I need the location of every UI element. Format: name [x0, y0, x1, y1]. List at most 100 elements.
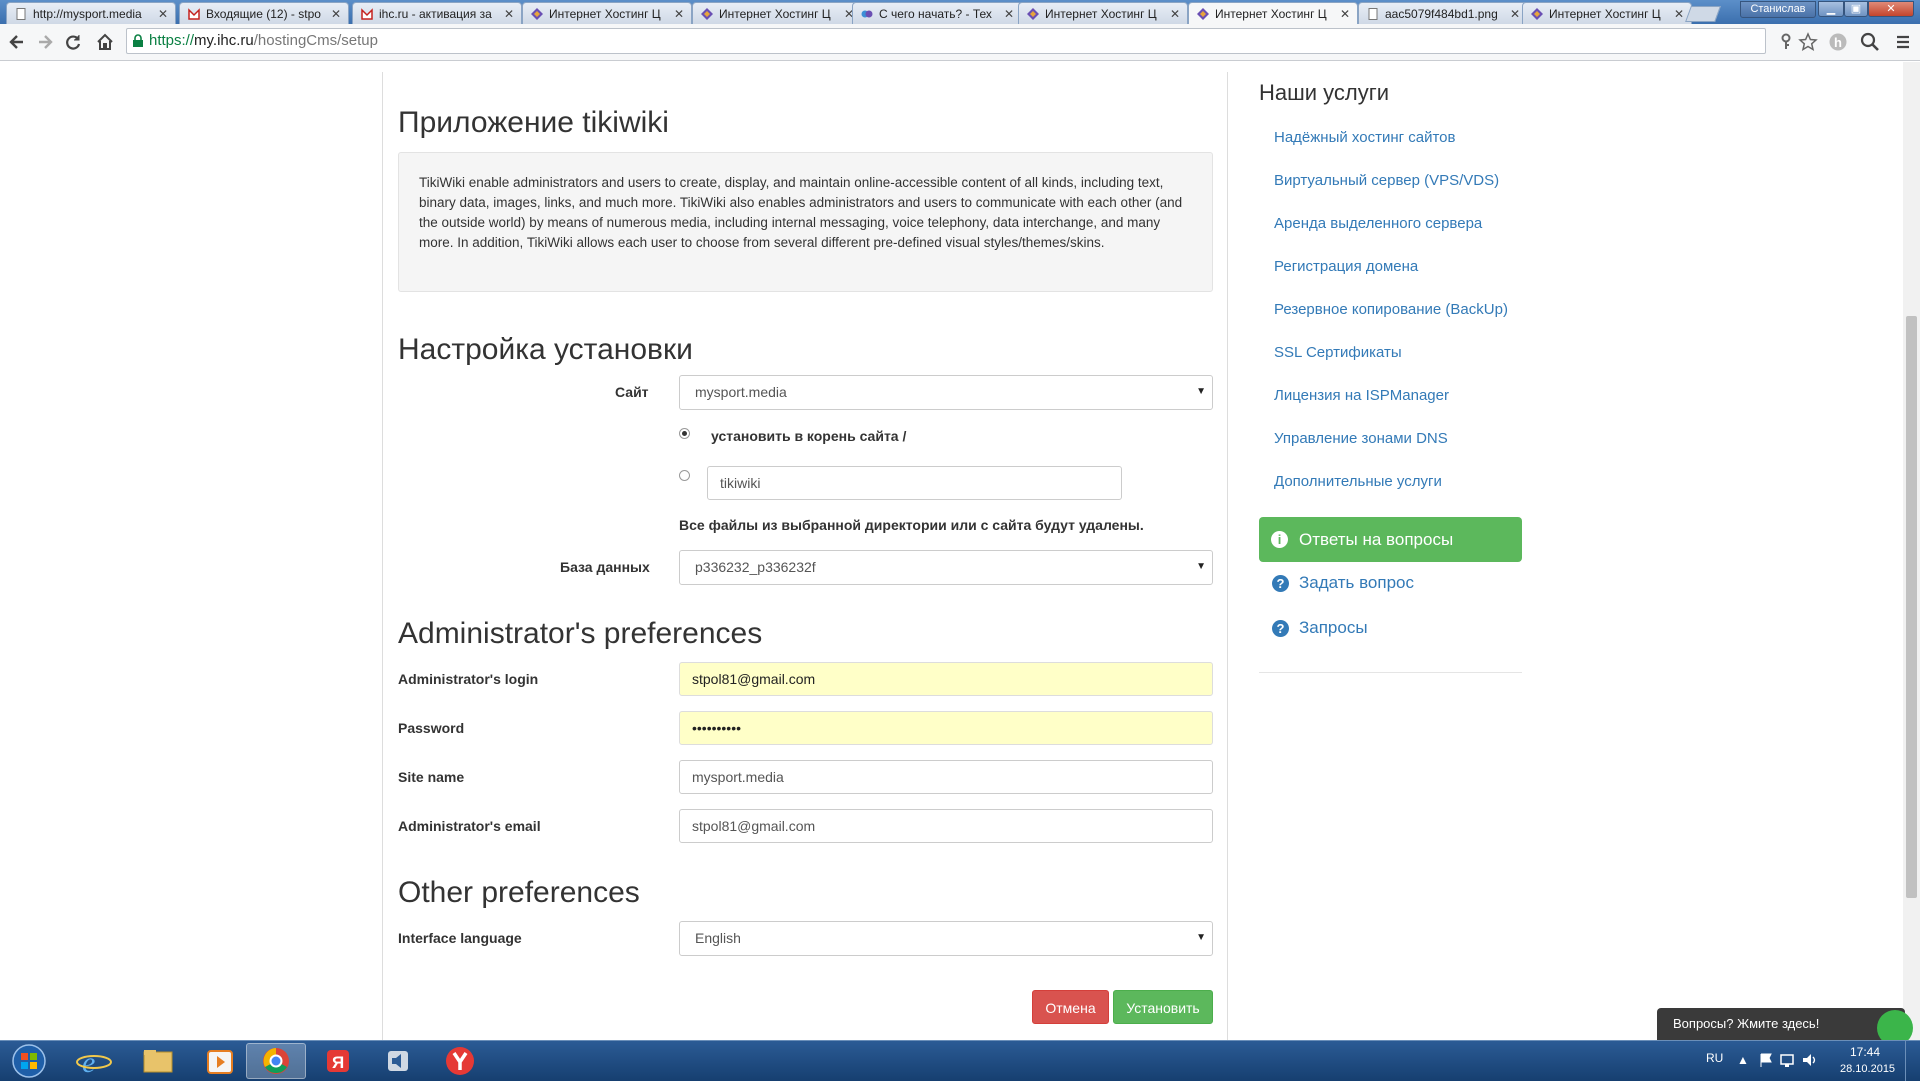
site-select[interactable]: mysport.media ▼: [679, 375, 1213, 410]
maximize-button[interactable]: ▣: [1844, 1, 1868, 17]
reload-icon[interactable]: [63, 32, 83, 52]
sidebar-link-vps[interactable]: Виртуальный сервер (VPS/VDS): [1274, 172, 1499, 189]
browser-tab[interactable]: ihc.ru - активация за ✕: [352, 2, 522, 24]
forward-icon[interactable]: [35, 32, 55, 52]
yandex-browser-icon[interactable]: Я: [310, 1043, 366, 1079]
install-root-radio[interactable]: [679, 428, 690, 439]
close-icon[interactable]: ✕: [504, 3, 514, 24]
internet-explorer-icon[interactable]: e: [66, 1043, 122, 1079]
ihc-icon: [861, 8, 873, 20]
sidebar-link-domains[interactable]: Регистрация домена: [1274, 258, 1418, 275]
url-path: /hostingCms/setup: [253, 32, 378, 49]
interface-language-select[interactable]: English ▼: [679, 921, 1213, 956]
tray-expand-icon[interactable]: ▲: [1737, 1053, 1749, 1067]
ask-question-link[interactable]: ? Задать вопрос: [1259, 573, 1414, 593]
admin-login-input[interactable]: stpol81@gmail.com: [679, 662, 1213, 696]
url-host: my.ihc.ru: [194, 32, 254, 49]
tab-title: Интернет Хостинг Ц: [1215, 7, 1327, 21]
faq-button[interactable]: i Ответы на вопросы: [1259, 517, 1522, 562]
close-icon[interactable]: ✕: [1674, 3, 1684, 24]
search-icon[interactable]: [1860, 32, 1880, 52]
close-icon[interactable]: ✕: [158, 3, 168, 24]
close-icon[interactable]: ✕: [1004, 3, 1014, 24]
close-icon[interactable]: ✕: [1510, 3, 1520, 24]
audio-app-icon[interactable]: [370, 1043, 426, 1079]
close-icon[interactable]: ✕: [331, 3, 341, 24]
new-tab-button[interactable]: [1685, 6, 1721, 22]
sidebar-link-dedicated[interactable]: Аренда выделенного сервера: [1274, 215, 1482, 232]
file-explorer-icon[interactable]: [130, 1043, 186, 1079]
sidebar-link-ssl[interactable]: SSL Сертификаты: [1274, 344, 1402, 361]
sidebar-link-extra[interactable]: Дополнительные услуги: [1274, 473, 1442, 490]
install-button[interactable]: Установить: [1113, 990, 1213, 1024]
browser-tab[interactable]: Интернет Хостинг Ц ✕: [522, 2, 692, 24]
database-select-value: p336232_p336232f: [695, 559, 816, 575]
sidebar-link-dns[interactable]: Управление зонами DNS: [1274, 430, 1448, 447]
browser-tab-active[interactable]: Интернет Хостинг Ц ✕: [1188, 2, 1358, 24]
faq-button-label: Ответы на вопросы: [1299, 530, 1454, 549]
url-text: https://my.ihc.ru/hostingCms/setup: [149, 29, 378, 53]
site-name-input[interactable]: mysport.media: [679, 760, 1213, 794]
site-label: Сайт: [615, 384, 649, 400]
gmail-icon: [188, 8, 200, 20]
clock-time[interactable]: 17:44: [1850, 1045, 1880, 1059]
requests-link[interactable]: ? Запросы: [1259, 618, 1368, 638]
password-input[interactable]: ••••••••••: [679, 711, 1213, 745]
database-select[interactable]: p336232_p336232f ▼: [679, 550, 1213, 585]
extension-icon[interactable]: h: [1828, 32, 1848, 52]
install-dir-input[interactable]: tikiwiki: [707, 466, 1122, 500]
chrome-taskbar-icon[interactable]: [246, 1043, 306, 1079]
info-icon: i: [1271, 531, 1288, 548]
profile-button[interactable]: Станислав: [1740, 1, 1816, 18]
browser-tab[interactable]: Входящие (12) - stpo ✕: [179, 2, 349, 24]
chat-widget[interactable]: Вопросы? Жмите здесь!: [1657, 1008, 1913, 1046]
network-icon[interactable]: [1780, 1052, 1796, 1068]
action-center-flag-icon[interactable]: [1758, 1052, 1774, 1068]
close-icon[interactable]: ✕: [1170, 3, 1180, 24]
browser-tab[interactable]: Интернет Хостинг Ц ✕: [1018, 2, 1188, 24]
database-label: База данных: [560, 559, 650, 575]
minimize-button[interactable]: ▁: [1818, 1, 1844, 17]
page-scrollbar[interactable]: [1903, 62, 1920, 1040]
home-icon[interactable]: [95, 32, 115, 52]
start-button[interactable]: [4, 1043, 60, 1079]
close-icon[interactable]: ✕: [1340, 3, 1350, 24]
dropdown-arrow-icon: ▼: [1196, 932, 1206, 943]
sidebar-divider: [1259, 672, 1522, 673]
key-icon[interactable]: [1776, 32, 1796, 52]
close-icon[interactable]: ✕: [674, 3, 684, 24]
menu-icon[interactable]: [1893, 32, 1913, 52]
ihc-icon: [1531, 8, 1543, 20]
tab-title: Входящие (12) - stpo: [206, 7, 321, 21]
app-heading: Приложение tikiwiki: [398, 106, 669, 139]
language-indicator[interactable]: RU: [1706, 1051, 1723, 1065]
install-settings-heading: Настройка установки: [398, 333, 693, 366]
address-bar[interactable]: https://my.ihc.ru/hostingCms/setup: [126, 28, 1766, 54]
browser-tab[interactable]: http://mysport.media ✕: [6, 2, 176, 24]
window-close-button[interactable]: ✕: [1868, 1, 1914, 17]
clock-date[interactable]: 28.10.2015: [1840, 1063, 1895, 1075]
browser-tab[interactable]: С чего начать? - Тех ✕: [852, 2, 1022, 24]
sidebar-link-ispmanager[interactable]: Лицензия на ISPManager: [1274, 387, 1449, 404]
browser-tab[interactable]: Интернет Хостинг Ц ✕: [692, 2, 862, 24]
media-player-icon[interactable]: [192, 1043, 248, 1079]
volume-icon[interactable]: [1802, 1052, 1818, 1068]
sidebar-link-hosting[interactable]: Надёжный хостинг сайтов: [1274, 129, 1456, 146]
browser-tab[interactable]: aac5079f484bd1.png ✕: [1358, 2, 1528, 24]
install-root-label[interactable]: установить в корень сайта /: [711, 428, 906, 444]
site-select-value: mysport.media: [695, 384, 787, 400]
install-dir-radio[interactable]: [679, 470, 690, 481]
tab-title: http://mysport.media: [33, 7, 142, 21]
browser-tab[interactable]: Интернет Хостинг Ц ✕: [1522, 2, 1692, 24]
cancel-button[interactable]: Отмена: [1032, 990, 1109, 1024]
scrollbar-thumb[interactable]: [1906, 316, 1917, 898]
show-desktop-button[interactable]: [1905, 1041, 1920, 1081]
bookmark-star-icon[interactable]: [1798, 32, 1818, 52]
ask-question-label: Задать вопрос: [1299, 573, 1414, 592]
yandex-icon[interactable]: [432, 1043, 488, 1079]
admin-email-input[interactable]: stpol81@gmail.com: [679, 809, 1213, 843]
back-icon[interactable]: [7, 32, 27, 52]
interface-language-value: English: [695, 930, 741, 946]
sidebar-link-backup[interactable]: Резервное копирование (BackUp): [1274, 301, 1508, 318]
ihc-icon: [1197, 8, 1209, 20]
